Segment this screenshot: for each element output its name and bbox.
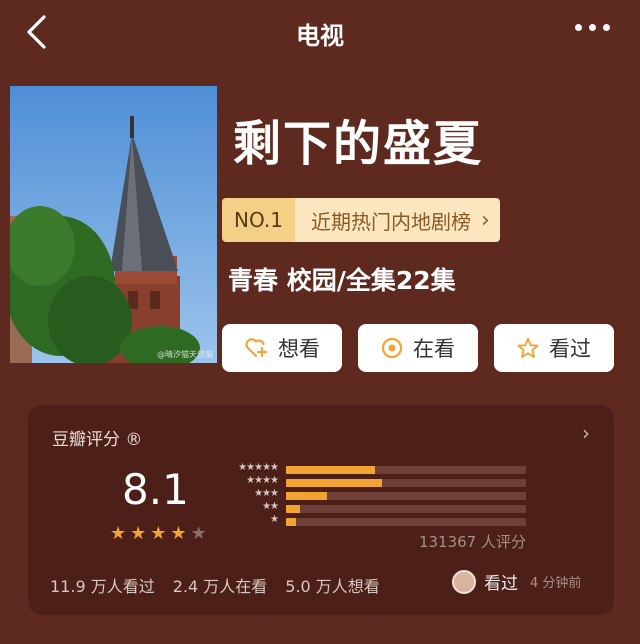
want-to-watch-label: 想看 bbox=[278, 337, 320, 361]
target-icon bbox=[381, 337, 403, 359]
watching-count: 2.4 万人在看 bbox=[172, 577, 268, 596]
watched-count: 11.9 万人看过 bbox=[50, 577, 155, 596]
distribution-bar-fill bbox=[286, 491, 327, 500]
distribution-star-labels: ★★★★★ ★★★★ ★★★ ★★ ★ bbox=[218, 461, 279, 526]
rating-stars: ★ ★ ★ ★ ★ bbox=[110, 523, 207, 544]
friend-time: 4 分钟前 bbox=[530, 576, 582, 591]
distribution-bar bbox=[286, 463, 526, 476]
distribution-bar-track bbox=[286, 478, 526, 487]
rating-source-label: 豆瓣评分 ® bbox=[52, 430, 143, 450]
watching-button[interactable]: 在看 bbox=[358, 324, 478, 372]
distribution-bar-track bbox=[286, 517, 526, 526]
rating-star-icon: ★ bbox=[110, 523, 127, 544]
distribution-star-label: ★★ bbox=[262, 501, 279, 512]
distribution-bar-track bbox=[286, 465, 526, 474]
rank-number: NO.1 bbox=[222, 198, 295, 242]
want-to-watch-button[interactable]: 想看 bbox=[222, 324, 342, 372]
distribution-bar-fill bbox=[286, 465, 375, 474]
rank-badge[interactable]: NO.1 近期热门内地剧榜 › bbox=[222, 198, 500, 242]
distribution-bar-fill bbox=[286, 504, 301, 513]
rating-distribution bbox=[286, 463, 526, 528]
poster-image[interactable]: @晴汐猫天然菊 bbox=[10, 86, 217, 363]
chevron-right-icon[interactable]: › bbox=[582, 421, 590, 445]
star-icon bbox=[517, 337, 539, 358]
distribution-bar-fill bbox=[286, 478, 382, 487]
chevron-right-icon: › bbox=[480, 207, 490, 233]
distribution-star-label: ★ bbox=[270, 514, 279, 525]
rating-star-icon: ★ bbox=[150, 523, 167, 544]
genre-info: 青春 校园/全集22集 bbox=[228, 266, 456, 295]
rank-list-label: 近期热门内地剧榜 bbox=[310, 209, 471, 234]
more-dots-icon[interactable] bbox=[575, 24, 610, 31]
rating-count: 131367 人评分 bbox=[418, 533, 526, 551]
friend-status: 看过 bbox=[484, 574, 518, 594]
rating-score: 8.1 bbox=[122, 465, 189, 514]
page-title: 电视 bbox=[296, 22, 344, 50]
watched-label: 看过 bbox=[549, 337, 591, 361]
rating-star-icon: ★ bbox=[130, 523, 147, 544]
avatar[interactable] bbox=[452, 569, 476, 594]
poster-credit: @晴汐猫天然菊 bbox=[157, 350, 213, 359]
want-count: 5.0 万人想看 bbox=[285, 577, 380, 596]
distribution-star-label: ★★★★ bbox=[246, 475, 279, 486]
distribution-bar bbox=[286, 502, 526, 515]
show-title: 剩下的盛夏 bbox=[233, 116, 484, 172]
douban-rating-card[interactable]: 豆瓣评分 ® › 8.1 ★ ★ ★ ★ ★ ★★★★★ ★★★★ ★★★ ★★ ★ 13136… bbox=[28, 405, 614, 615]
heart-plus-icon bbox=[245, 338, 268, 358]
distribution-bar bbox=[286, 476, 526, 489]
distribution-bar-fill bbox=[286, 517, 296, 526]
rating-star-icon: ★ bbox=[190, 523, 207, 544]
friend-activity[interactable]: 看过 4 分钟前 bbox=[452, 569, 581, 594]
distribution-bar bbox=[286, 515, 526, 528]
audience-stats: 11.9 万人看过 2.4 万人在看 5.0 万人想看 bbox=[50, 573, 380, 597]
distribution-bar-track bbox=[286, 504, 526, 513]
distribution-star-label: ★★★★★ bbox=[238, 462, 279, 473]
distribution-star-label: ★★★ bbox=[254, 488, 279, 499]
distribution-bar-track bbox=[286, 491, 526, 500]
rank-list-link[interactable]: 近期热门内地剧榜 › bbox=[294, 198, 500, 242]
distribution-bar bbox=[286, 489, 526, 502]
top-bar: 电视 bbox=[0, 0, 640, 66]
rating-star-icon: ★ bbox=[170, 523, 187, 544]
watched-button[interactable]: 看过 bbox=[494, 324, 614, 372]
watching-label: 在看 bbox=[413, 337, 455, 361]
